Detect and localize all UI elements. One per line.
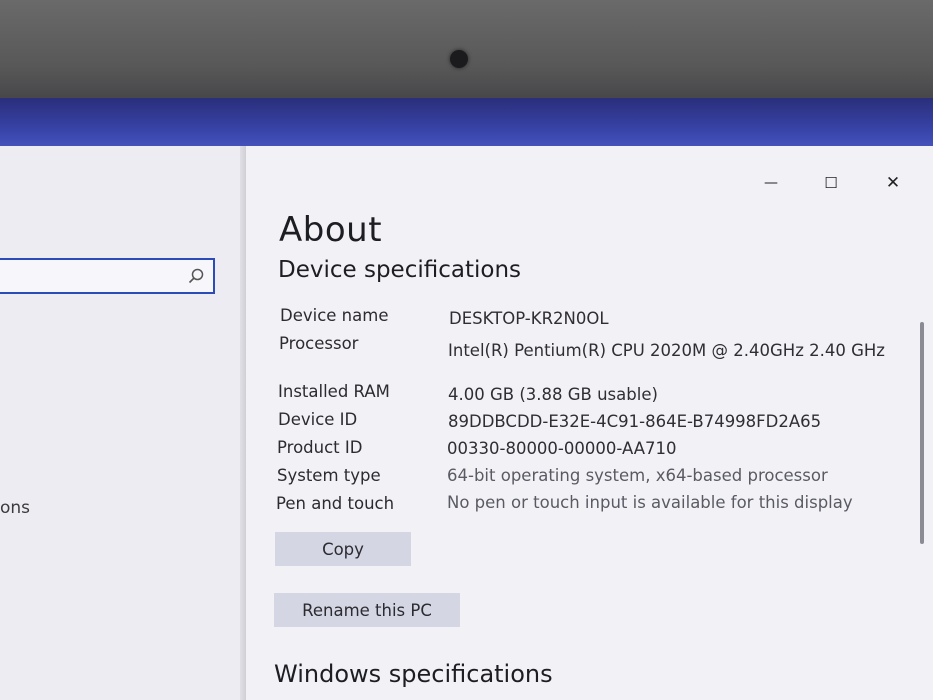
spec-value-product-id: 00330-80000-00000-AA710 [447, 439, 677, 458]
spec-value-system-type: 64-bit operating system, x64-based proce… [447, 466, 828, 485]
desktop-background [0, 98, 933, 152]
spec-value-device-name: DESKTOP-KR2N0OL [449, 309, 609, 328]
spec-label-device-id: Device ID [278, 410, 358, 429]
spec-label-ram: Installed RAM [278, 382, 390, 401]
maximize-icon: ☐ [824, 174, 838, 192]
spec-value-pen-touch: No pen or touch input is available for t… [447, 493, 853, 512]
minimize-button[interactable]: — [751, 172, 791, 194]
scrollbar[interactable] [920, 322, 924, 544]
close-button[interactable]: ✕ [873, 172, 913, 194]
spec-label-processor: Processor [279, 334, 359, 353]
search-box[interactable] [0, 258, 215, 294]
section-title-windows: Windows specifications [274, 660, 553, 688]
search-icon[interactable] [187, 267, 205, 285]
search-input[interactable] [4, 264, 173, 290]
page-title: About [279, 210, 383, 250]
spec-value-ram: 4.00 GB (3.88 GB usable) [448, 385, 658, 404]
spec-value-device-id: 89DDBCDD-E32E-4C91-864E-B74998FD2A65 [448, 412, 822, 431]
copy-button[interactable]: Copy [275, 532, 411, 566]
spec-label-system-type: System type [277, 466, 381, 485]
spec-label-product-id: Product ID [277, 438, 363, 457]
spec-label-device-name: Device name [280, 306, 389, 325]
maximize-button[interactable]: ☐ [811, 172, 851, 194]
close-icon: ✕ [885, 173, 901, 193]
webcam [450, 50, 468, 68]
minimize-icon: — [764, 175, 778, 191]
about-window: — ☐ ✕ About Device specifications Device… [246, 146, 933, 700]
rename-pc-button[interactable]: Rename this PC [274, 593, 460, 627]
sidebar-item-partial[interactable]: ons [0, 498, 30, 518]
spec-label-pen-touch: Pen and touch [276, 494, 395, 513]
settings-sidebar: ons [0, 146, 246, 700]
section-title-device: Device specifications [278, 257, 522, 283]
spec-value-processor: Intel(R) Pentium(R) CPU 2020M @ 2.40GHz … [448, 341, 885, 360]
